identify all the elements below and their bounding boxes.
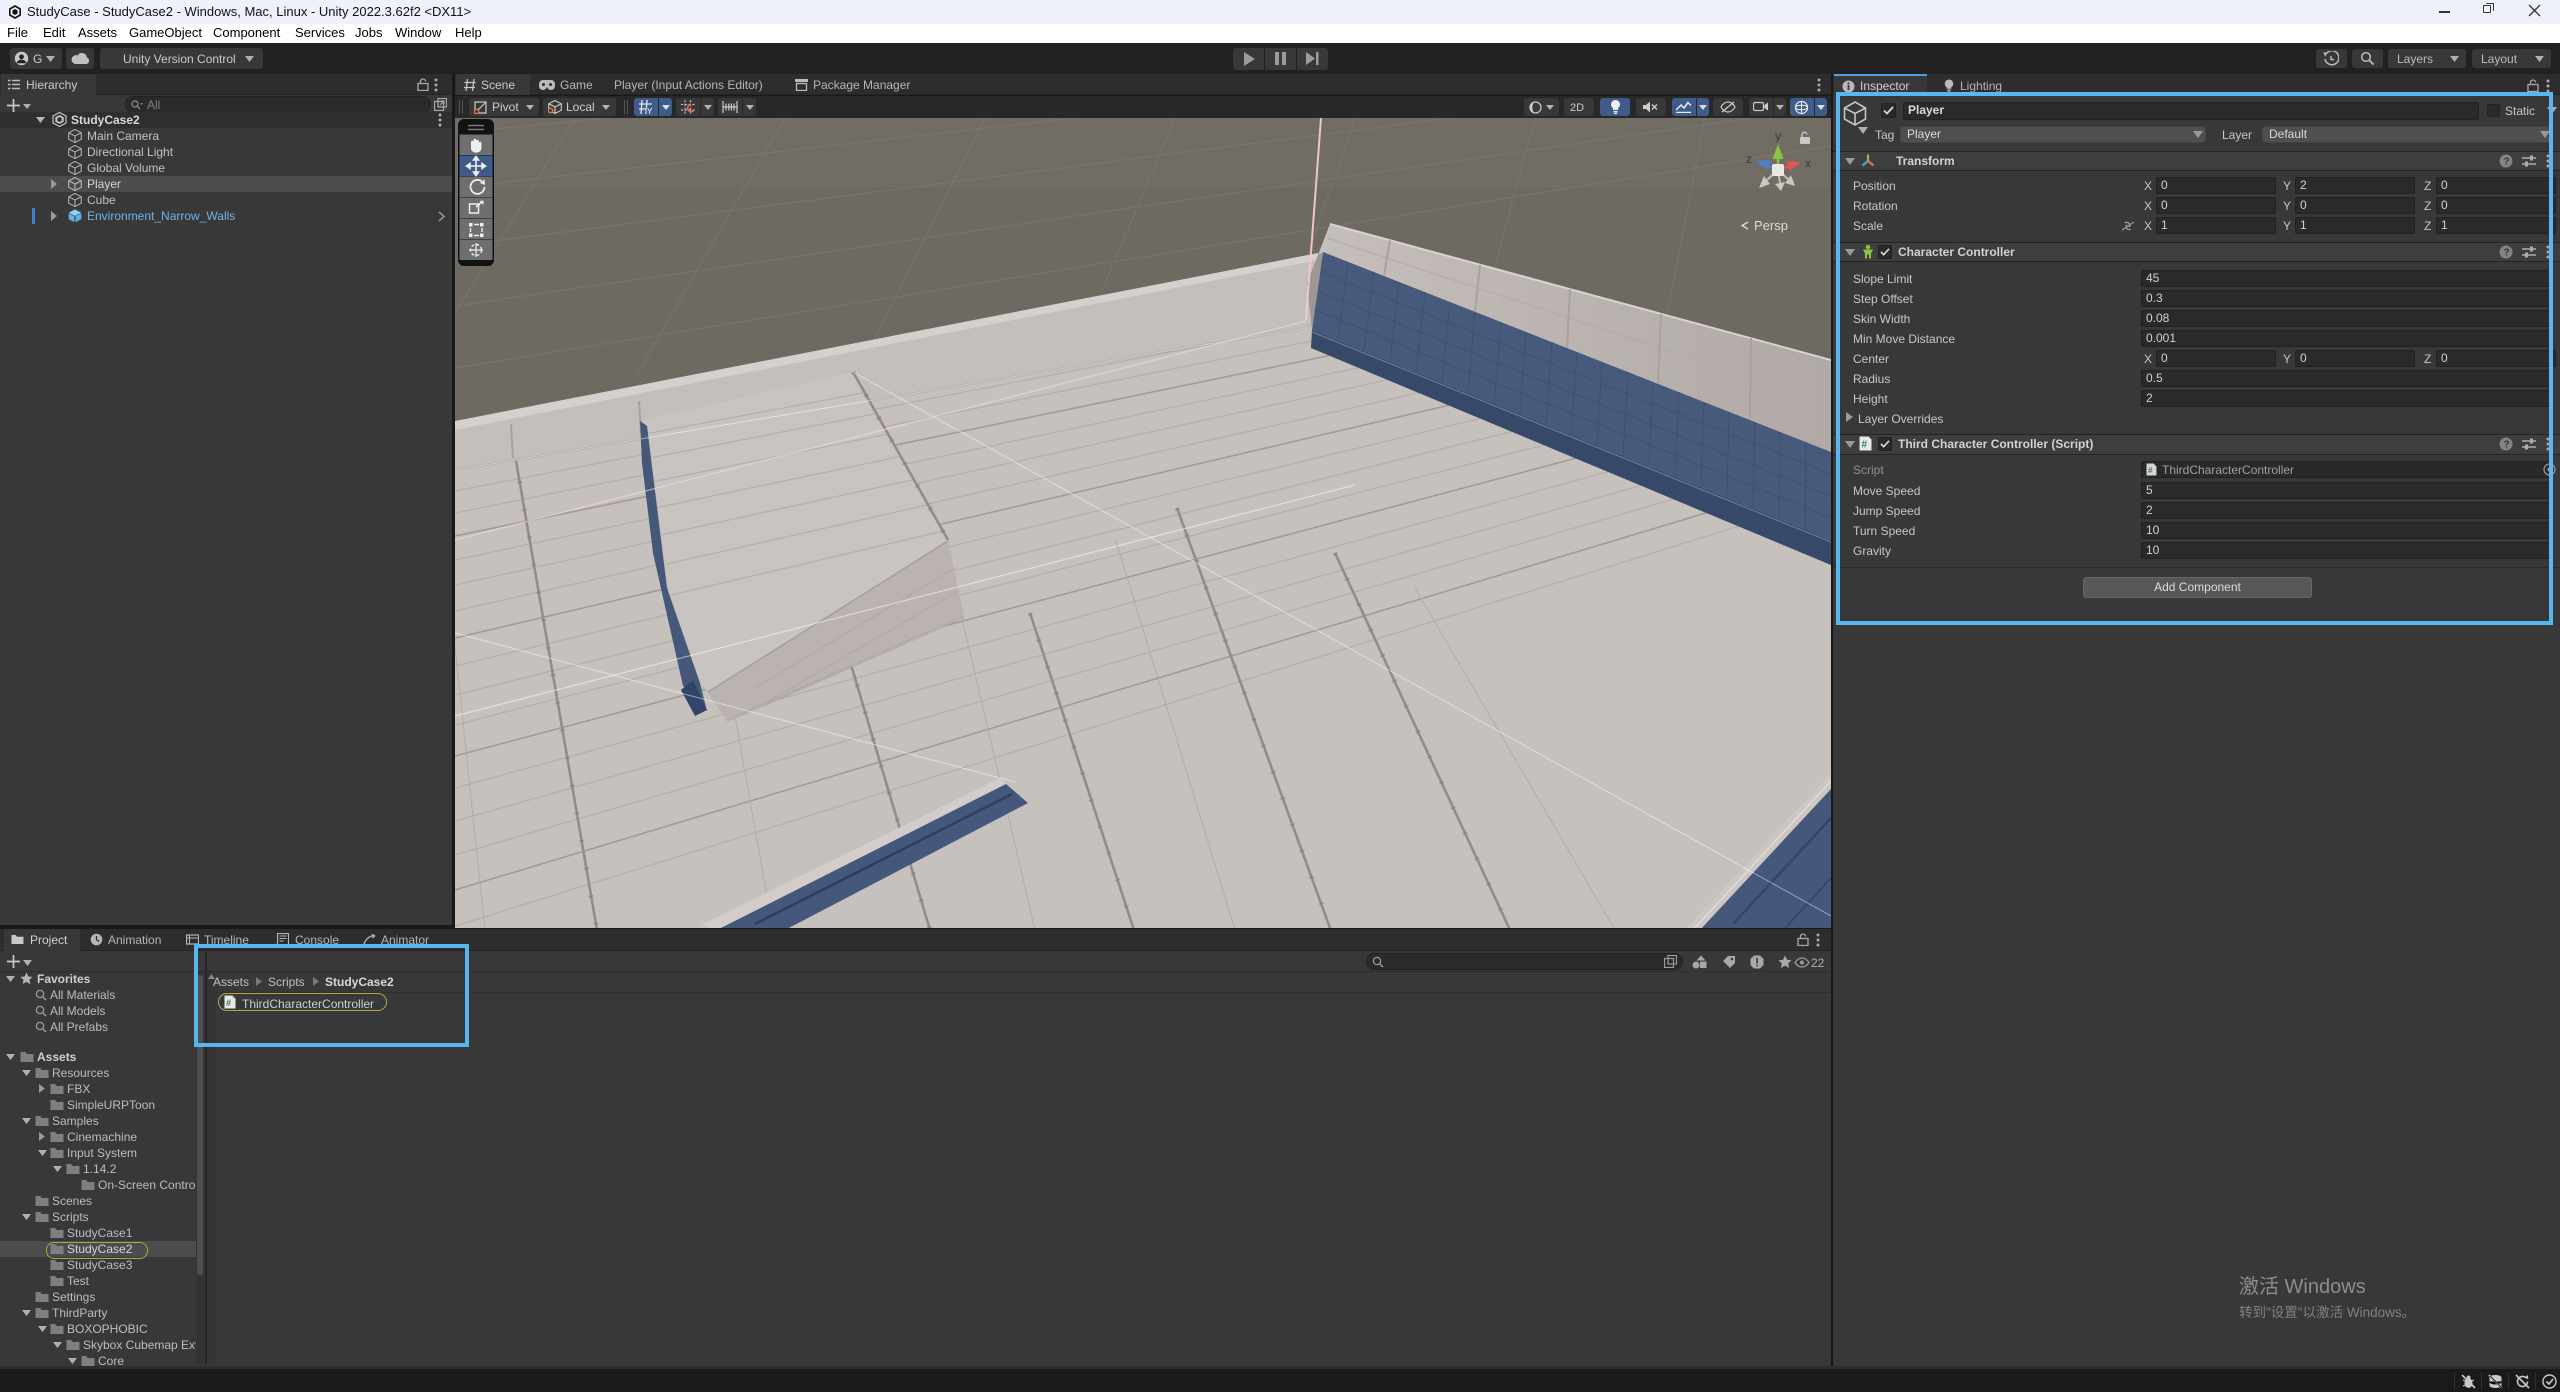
svg-text:Persp: Persp <box>1754 218 1788 233</box>
svg-text:x: x <box>1805 156 1811 170</box>
svg-text:z: z <box>1746 152 1752 166</box>
svg-text:Y: Y <box>647 107 653 114</box>
svg-text:y: y <box>1775 129 1781 143</box>
